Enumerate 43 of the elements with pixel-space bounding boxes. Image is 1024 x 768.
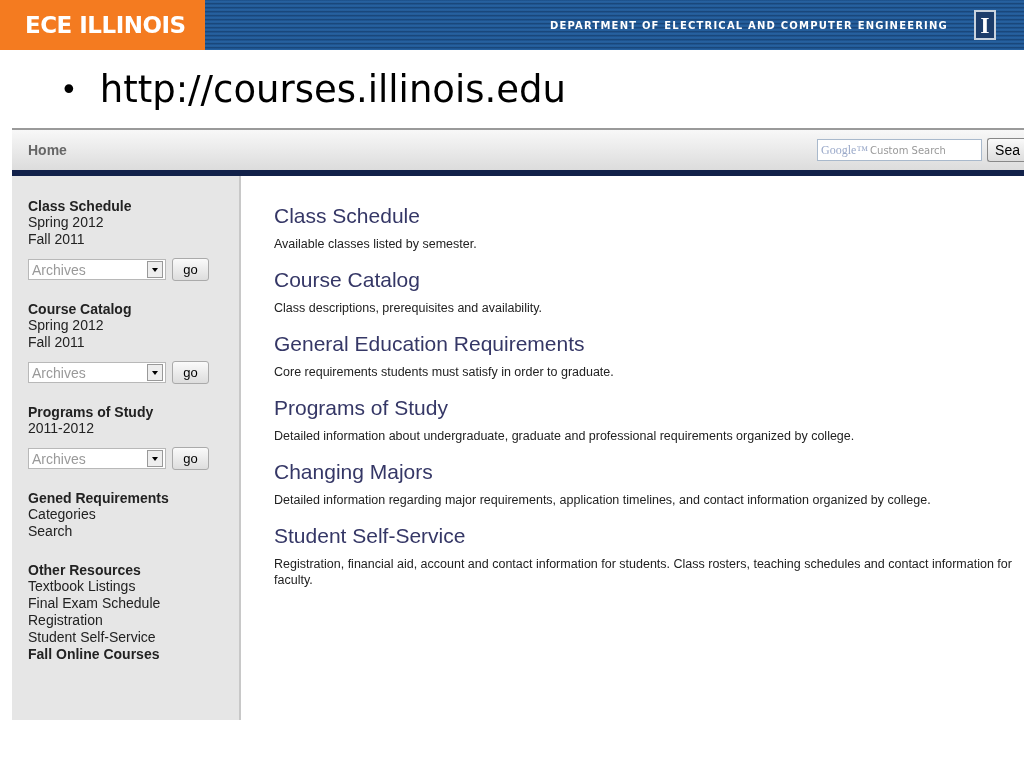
emblem-logo: I bbox=[974, 10, 996, 40]
sidebar-link[interactable]: Fall Online Courses bbox=[28, 646, 239, 663]
go-button[interactable]: go bbox=[172, 361, 209, 384]
section-description: Class descriptions, prerequisites and availability. bbox=[274, 300, 543, 316]
section-title[interactable]: General Education Requirements bbox=[274, 332, 1024, 356]
department-title: DEPARTMENT OF ELECTRICAL AND COMPUTER ENGINEERING bbox=[549, 19, 948, 31]
sidebar-heading: Course Catalog bbox=[28, 301, 133, 317]
section-title[interactable]: Class Schedule bbox=[274, 204, 1024, 228]
section-description: Detailed information about undergraduate, graduate and professional requirements organized by college. bbox=[274, 428, 856, 444]
sidebar-link[interactable]: 2011-2012 bbox=[28, 420, 239, 437]
search-button[interactable]: Sea bbox=[987, 138, 1024, 162]
go-button[interactable]: go bbox=[172, 447, 209, 470]
caret-icon bbox=[147, 364, 163, 381]
go-button[interactable]: go bbox=[172, 258, 209, 281]
sidebar-link[interactable]: Spring 2012 bbox=[28, 317, 239, 334]
section-title[interactable]: Student Self-Service bbox=[274, 524, 1024, 548]
sidebar-heading: Gened Requirements bbox=[28, 490, 170, 506]
sidebar-heading: Programs of Study bbox=[28, 404, 155, 420]
sidebar-link[interactable]: Fall 2011 bbox=[28, 231, 239, 248]
sidebar-heading: Class Schedule bbox=[28, 198, 133, 214]
section-title[interactable]: Changing Majors bbox=[274, 460, 1024, 484]
section-description: Detailed information regarding major requirements, application timelines, and contact information organized by college. bbox=[274, 492, 932, 508]
caret-icon bbox=[147, 261, 163, 278]
sidebar-link[interactable]: Textbook Listings bbox=[28, 578, 239, 595]
sidebar-link[interactable]: Categories bbox=[28, 506, 239, 523]
section-description: Available classes listed by semester. bbox=[274, 236, 478, 252]
sidebar-link[interactable]: Final Exam Schedule bbox=[28, 595, 239, 612]
search-brand-logo: Google™ bbox=[821, 143, 869, 158]
url-text: http://courses.illinois.edu bbox=[99, 67, 566, 111]
sidebar-link[interactable]: Search bbox=[28, 523, 239, 540]
section-title[interactable]: Course Catalog bbox=[274, 268, 1024, 292]
sidebar-link[interactable]: Student Self-Service bbox=[28, 629, 239, 646]
sidebar-heading: Other Resources bbox=[28, 562, 142, 578]
sidebar-link[interactable]: Fall 2011 bbox=[28, 334, 239, 351]
caret-icon bbox=[147, 450, 163, 467]
section-description: Core requirements students must satisfy in order to graduate. bbox=[274, 364, 615, 380]
sidebar-link[interactable]: Spring 2012 bbox=[28, 214, 239, 231]
logo: ECE ILLINOIS bbox=[0, 0, 205, 50]
section-title[interactable]: Programs of Study bbox=[274, 396, 1024, 420]
section-description: Registration, financial aid, account and contact information for students. Class rosters, teaching schedules and contact information for faculty. bbox=[274, 556, 1013, 588]
sidebar-link[interactable]: Registration bbox=[28, 612, 239, 629]
home-link[interactable]: Home bbox=[28, 142, 67, 158]
bullet-marker: • bbox=[60, 71, 78, 107]
